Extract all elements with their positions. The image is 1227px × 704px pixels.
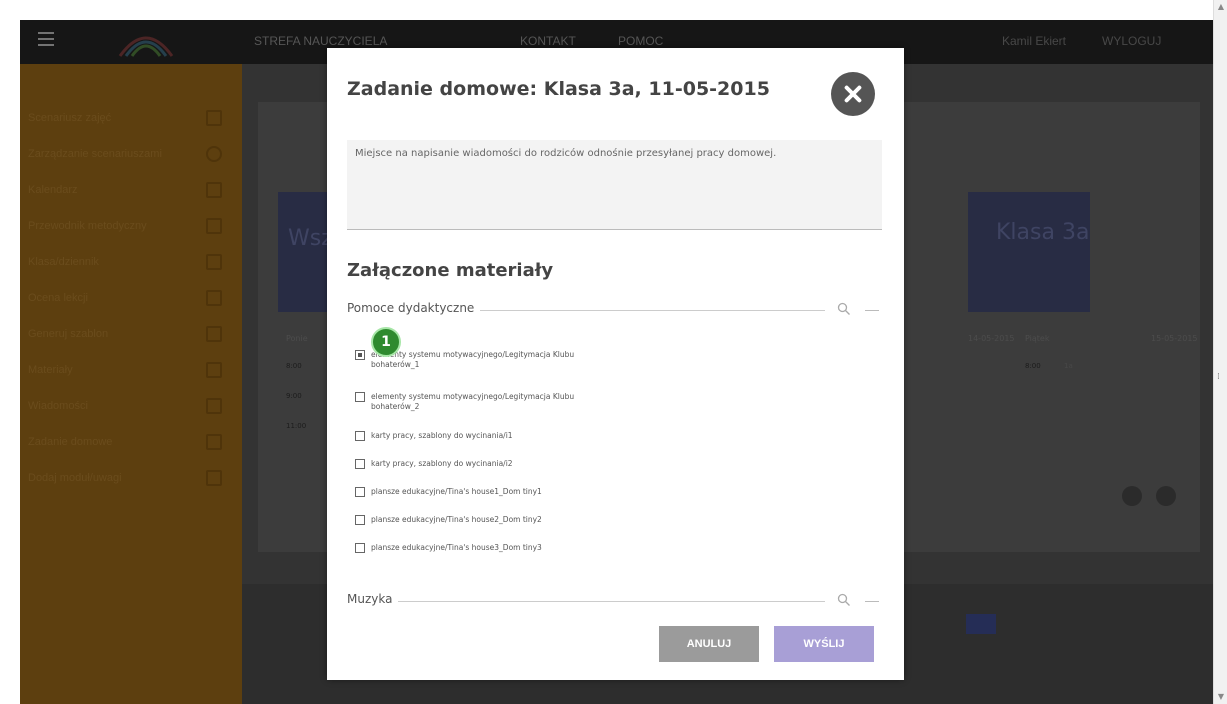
cancel-button[interactable]: ANULUJ (659, 626, 759, 662)
material-label: karty pracy, szablony do wycinania/i2 (371, 459, 513, 468)
material-label: elementy systemu motywacyjnego/Legitymac… (371, 350, 575, 369)
search-icon[interactable] (837, 593, 851, 607)
step-badge: 1 (371, 327, 401, 357)
material-label: elementy systemu motywacyjnego/Legitymac… (371, 392, 575, 411)
modal-title: Zadanie domowe: Klasa 3a, 11-05-2015 (347, 78, 770, 100)
vertical-scrollbar[interactable]: ▲ ⁞ ▼ (1213, 0, 1227, 704)
material-label: plansze edukacyjne/Tina's house3_Dom tin… (371, 543, 542, 552)
material-label: plansze edukacyjne/Tina's house2_Dom tin… (371, 515, 542, 524)
scroll-grip-icon: ⁞ (1217, 372, 1220, 382)
message-textarea[interactable] (347, 140, 882, 230)
material-checkbox[interactable] (355, 487, 365, 497)
material-checkbox[interactable] (355, 515, 365, 525)
group-label: Muzyka (347, 592, 399, 606)
close-icon[interactable] (831, 72, 875, 116)
search-icon[interactable] (837, 302, 851, 316)
attachments-title: Załączone materiały (347, 260, 554, 281)
group-header-music[interactable]: Muzyka (347, 592, 882, 610)
material-checkbox[interactable] (355, 431, 365, 441)
material-label: plansze edukacyjne/Tina's house1_Dom tin… (371, 487, 542, 496)
group-header-didactic[interactable]: Pomoce dydaktyczne (347, 301, 882, 319)
group-label: Pomoce dydaktyczne (347, 301, 481, 315)
material-checkbox[interactable] (355, 392, 365, 402)
material-checkbox[interactable] (355, 543, 365, 553)
send-button[interactable]: WYŚLIJ (774, 626, 874, 662)
homework-modal: Zadanie domowe: Klasa 3a, 11-05-2015 Zał… (327, 48, 904, 680)
divider (347, 601, 825, 602)
scroll-up-icon[interactable]: ▲ (1214, 0, 1227, 14)
scroll-down-icon[interactable]: ▼ (1214, 690, 1227, 704)
material-label: karty pracy, szablony do wycinania/i1 (371, 431, 513, 440)
material-checkbox[interactable] (355, 350, 365, 360)
collapse-icon[interactable] (865, 601, 879, 602)
collapse-icon[interactable] (865, 310, 879, 311)
material-checkbox[interactable] (355, 459, 365, 469)
